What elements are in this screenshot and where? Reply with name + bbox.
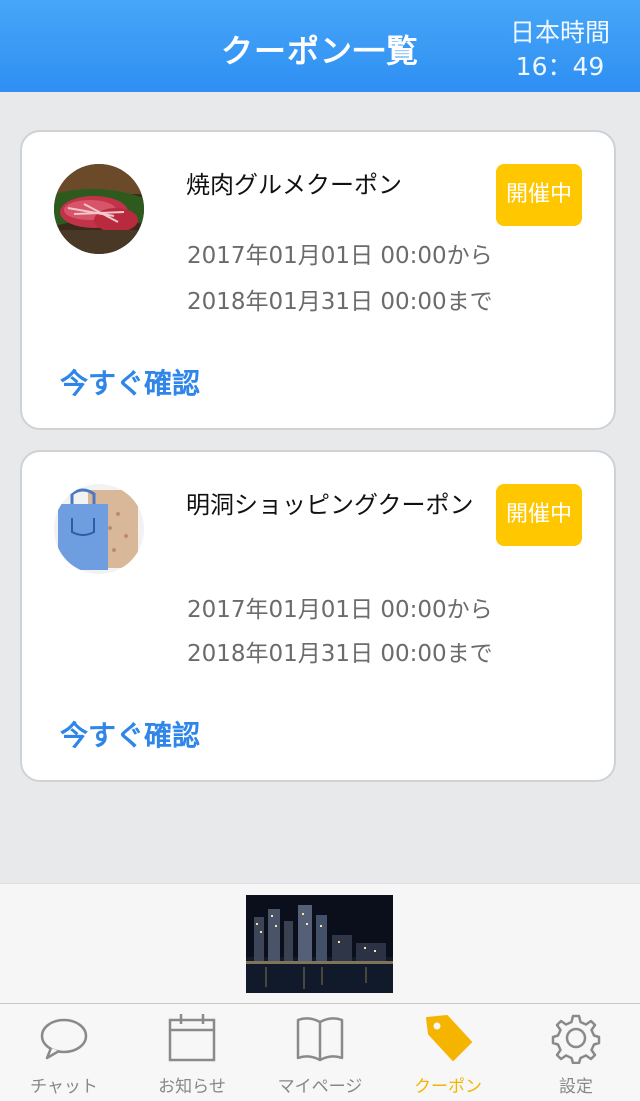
- bottom-tab-bar: チャット お知らせ マイページ クーポン 設定: [0, 1003, 640, 1101]
- coupon-thumbnail-meat: [54, 164, 144, 254]
- tab-chat[interactable]: チャット: [0, 1004, 128, 1101]
- clock-label: 日本時間: [509, 18, 610, 47]
- coupon-title: 焼肉グルメクーポン: [186, 171, 402, 199]
- clock-time: 16：49: [515, 52, 605, 81]
- check-now-link[interactable]: 今すぐ確認: [60, 362, 200, 402]
- coupon-title: 明洞ショッピングクーポン: [186, 491, 474, 519]
- tab-label: マイページ: [277, 1077, 363, 1097]
- coupon-start-date: 2017年01月01日 00:00から: [187, 243, 493, 269]
- check-now-link[interactable]: 今すぐ確認: [60, 714, 200, 754]
- coupon-start-date: 2017年01月01日 00:00から: [187, 597, 493, 623]
- coupon-card[interactable]: 明洞ショッピングクーポン 開催中 2017年01月01日 00:00から 201…: [20, 450, 616, 782]
- tag-icon: [426, 1015, 472, 1061]
- coupon-thumbnail-shopping: [54, 484, 144, 574]
- status-badge: 開催中: [496, 484, 582, 546]
- ad-banner-area: [0, 883, 640, 1004]
- calendar-icon: [168, 1014, 216, 1062]
- ad-banner-image[interactable]: [246, 895, 393, 993]
- book-icon: [296, 1017, 344, 1062]
- chat-bubble-icon: [40, 1018, 88, 1060]
- tab-label: クーポン: [414, 1077, 482, 1097]
- tab-settings[interactable]: 設定: [512, 1004, 640, 1101]
- gear-icon: [551, 1014, 601, 1064]
- tab-mypage[interactable]: マイページ: [256, 1004, 384, 1101]
- coupon-card[interactable]: 焼肉グルメクーポン 開催中 2017年01月01日 00:00から 2018年0…: [20, 130, 616, 430]
- tab-notices[interactable]: お知らせ: [128, 1004, 256, 1101]
- japan-time-clock: 日本時間 16：49: [510, 16, 610, 84]
- header-bar: クーポン一覧 日本時間 16：49: [0, 0, 640, 92]
- tab-coupon[interactable]: クーポン: [384, 1004, 512, 1101]
- tab-label: チャット: [30, 1077, 98, 1097]
- tab-label: お知らせ: [158, 1077, 226, 1097]
- tab-label: 設定: [559, 1077, 593, 1097]
- coupon-end-date: 2018年01月31日 00:00まで: [187, 641, 493, 667]
- status-badge: 開催中: [496, 164, 582, 226]
- coupon-end-date: 2018年01月31日 00:00まで: [187, 289, 493, 315]
